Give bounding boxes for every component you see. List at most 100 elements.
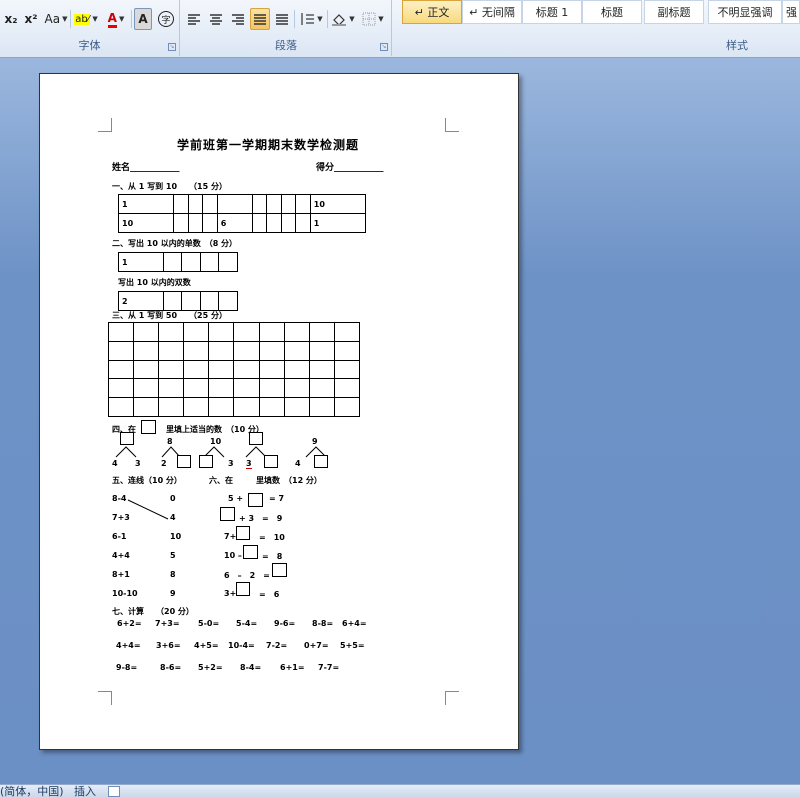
distributed-icon xyxy=(276,14,288,25)
chevron-down-icon: ▼ xyxy=(118,15,125,23)
match-right: 5 xyxy=(170,551,176,560)
style-heading-1[interactable]: 标题 1 xyxy=(522,0,582,24)
status-bar: (简体，中国) 插入 xyxy=(0,784,800,798)
font-dialog-launcher-icon[interactable]: ↘ xyxy=(168,43,176,51)
insert-mode-status[interactable]: 插入 xyxy=(74,785,96,798)
font-group: x₂ x² Aa ▼ ab⁄ ▼ A ▼ A 字 字体 ↘ xyxy=(0,0,180,56)
fill-item: = 8 xyxy=(262,552,283,561)
style-title[interactable]: 标题 xyxy=(582,0,642,24)
calc-item: 6+2= xyxy=(117,619,142,628)
section-7-heading: 七、计算 （20 分） xyxy=(112,607,194,616)
align-left-icon xyxy=(188,14,200,25)
distributed-button[interactable] xyxy=(272,8,292,30)
fill-item: + 3 = 9 xyxy=(239,514,283,523)
font-color-icon: A xyxy=(107,11,117,28)
fill-box xyxy=(236,526,250,540)
fill-item: = 7 xyxy=(269,494,285,503)
calc-item: 10-4= xyxy=(228,641,255,650)
calc-item: 5+2= xyxy=(198,663,223,672)
separator xyxy=(327,10,328,28)
shading-button[interactable]: ▼ xyxy=(329,8,357,30)
style-emphasis[interactable]: 强 xyxy=(782,0,800,24)
match-line xyxy=(127,499,169,520)
fill-item: 10 – xyxy=(224,551,242,560)
fill-item: = 10 xyxy=(259,533,285,542)
style-no-spacing[interactable]: ↵ 无间隔 xyxy=(462,0,522,24)
fill-box xyxy=(248,493,263,507)
fill-box xyxy=(220,507,235,521)
char-shading-button[interactable]: A xyxy=(134,8,152,30)
match-left: 8+1 xyxy=(112,570,130,579)
calc-item: 6+4= xyxy=(342,619,367,628)
style-subtle-emphasis[interactable]: 不明显强调 xyxy=(708,0,782,24)
fill-item: 7+ xyxy=(224,532,237,541)
chevron-down-icon: ▼ xyxy=(317,15,323,23)
calc-item: 8-6= xyxy=(160,663,182,672)
justify-button[interactable] xyxy=(250,8,270,30)
styles-gallery: ↵ 正文 ↵ 无间隔 标题 1 标题 副标题 不明显强调 强 样式 xyxy=(396,0,800,56)
align-left-button[interactable] xyxy=(184,8,204,30)
change-case-label: Aa xyxy=(44,12,61,26)
ribbon: x₂ x² Aa ▼ ab⁄ ▼ A ▼ A 字 字体 ↘ ▼ ▼ ▼ 段落 ↘ ↵ … xyxy=(0,0,800,58)
borders-icon xyxy=(362,12,376,26)
match-left: 4+4 xyxy=(112,551,130,560)
calc-item: 9-8= xyxy=(116,663,138,672)
fill-box xyxy=(272,563,287,577)
separator xyxy=(294,10,295,28)
style-normal[interactable]: ↵ 正文 xyxy=(402,0,462,24)
fill-item: = 6 xyxy=(259,590,280,599)
highlight-button[interactable]: ab⁄ ▼ xyxy=(73,8,99,30)
match-left: 10-10 xyxy=(112,589,138,598)
calc-item: 6+1= xyxy=(280,663,305,672)
chevron-down-icon: ▼ xyxy=(92,15,98,23)
calc-item: 7-7= xyxy=(318,663,340,672)
calc-item: 8-4= xyxy=(240,663,262,672)
subscript-button[interactable]: x₂ xyxy=(2,8,20,30)
fill-item: 5 + xyxy=(228,494,244,503)
chevron-down-icon: ▼ xyxy=(349,15,355,23)
section-6-heading-b: 里填数 （12 分） xyxy=(256,476,322,485)
fill-item: 3+ xyxy=(224,589,237,598)
chevron-down-icon: ▼ xyxy=(62,15,68,23)
section-6-heading-a: 六、在 xyxy=(209,476,233,485)
calc-item: 5-4= xyxy=(236,619,258,628)
paint-bucket-icon xyxy=(332,14,347,26)
paragraph-group-label: 段落 xyxy=(275,39,297,52)
font-color-button[interactable]: A ▼ xyxy=(103,8,129,30)
align-right-icon xyxy=(232,14,244,25)
match-right: 9 xyxy=(170,589,176,598)
highlighter-icon: ab⁄ xyxy=(74,13,91,25)
enclose-char-button[interactable]: 字 xyxy=(156,8,176,30)
align-center-button[interactable] xyxy=(206,8,226,30)
change-case-button[interactable]: Aa ▼ xyxy=(44,8,68,30)
align-center-icon xyxy=(210,14,222,25)
calc-item: 7+3= xyxy=(155,619,180,628)
crop-mark-bottom-right xyxy=(445,691,459,705)
styles-group-label: 样式 xyxy=(726,39,748,52)
document-workspace[interactable]: 学前班第一学期期末数学检测题 姓名___________ 得分_________… xyxy=(0,58,800,784)
calc-item: 5+5= xyxy=(340,641,365,650)
document-page[interactable]: 学前班第一学期期末数学检测题 姓名___________ 得分_________… xyxy=(39,73,519,750)
match-right: 8 xyxy=(170,570,176,579)
fill-box xyxy=(243,545,258,559)
style-subtitle[interactable]: 副标题 xyxy=(644,0,704,24)
calc-item: 7-2= xyxy=(266,641,288,650)
font-group-label: 字体 xyxy=(78,39,101,52)
language-status[interactable]: (简体，中国) xyxy=(0,785,64,798)
crop-mark-bottom-left xyxy=(98,691,112,705)
calc-item: 9-6= xyxy=(274,619,296,628)
superscript-button[interactable]: x² xyxy=(22,8,40,30)
line-spacing-button[interactable]: ▼ xyxy=(297,8,325,30)
separator xyxy=(131,10,132,28)
paragraph-group: ▼ ▼ ▼ 段落 ↘ xyxy=(181,0,392,56)
calc-item: 4+4= xyxy=(116,641,141,650)
calc-item: 0+7= xyxy=(304,641,329,650)
paragraph-dialog-launcher-icon[interactable]: ↘ xyxy=(380,43,388,51)
borders-button[interactable]: ▼ xyxy=(359,8,387,30)
align-right-button[interactable] xyxy=(228,8,248,30)
chevron-down-icon: ▼ xyxy=(378,15,384,23)
macro-record-icon[interactable] xyxy=(108,786,120,797)
fill-box xyxy=(236,582,250,596)
enclose-icon: 字 xyxy=(158,11,174,27)
justify-icon xyxy=(254,14,266,25)
